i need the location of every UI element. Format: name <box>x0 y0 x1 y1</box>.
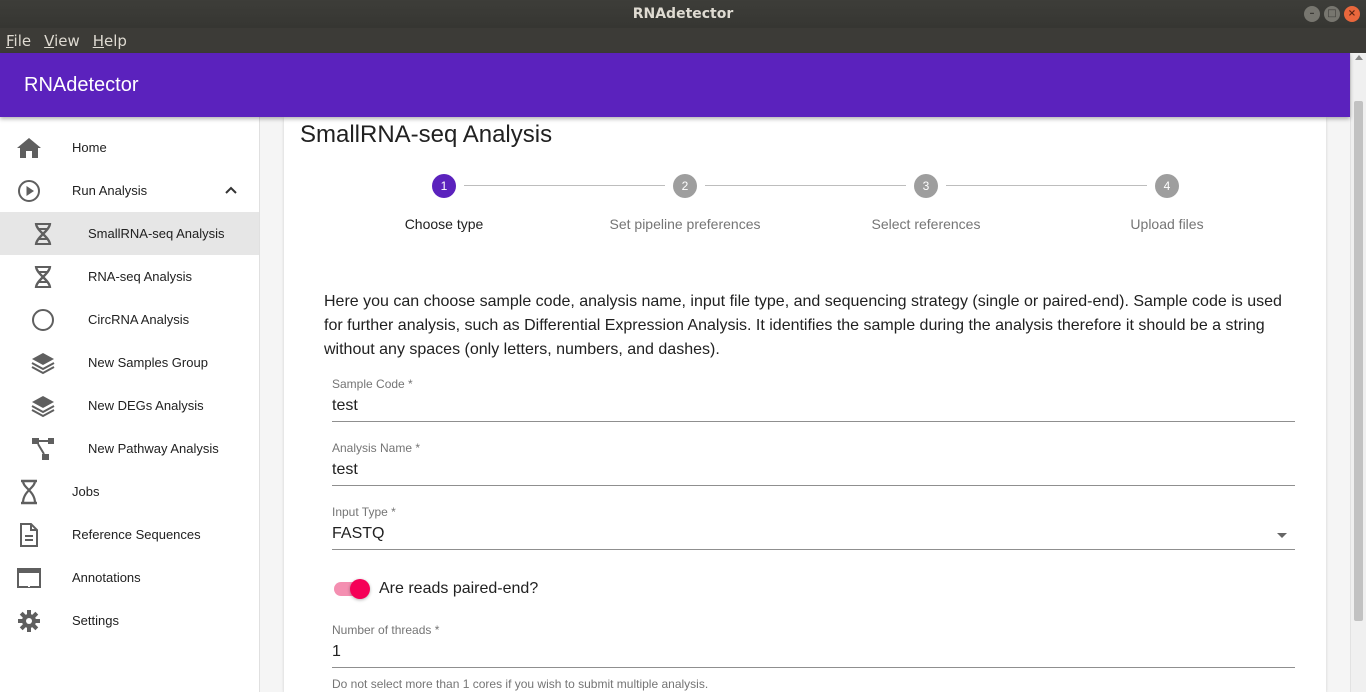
sample-code-field[interactable]: Sample Code * test <box>332 377 1295 422</box>
maximize-icon[interactable]: □ <box>1324 6 1340 22</box>
sample-code-label: Sample Code * <box>332 377 413 391</box>
toggle-thumb[interactable] <box>350 579 370 599</box>
step-1-label: Choose type <box>404 216 484 232</box>
sidebar: Home Run Analysis SmallRNA-seq Analysis … <box>0 117 260 692</box>
window-title: RNAdetector <box>632 6 734 22</box>
layers-icon <box>30 350 56 376</box>
sidebar-item-label: Run Analysis <box>72 183 148 198</box>
window-titlebar: RNAdetector – □ × <box>0 0 1366 28</box>
layers-icon <box>30 393 56 419</box>
step-2-icon: 2 <box>673 174 697 198</box>
sidebar-item-label: CircRNA Analysis <box>88 312 190 327</box>
stepper-connector <box>464 185 665 186</box>
input-type-label: Input Type * <box>332 505 396 519</box>
sidebar-item-smallrna-seq[interactable]: SmallRNA-seq Analysis <box>0 212 259 255</box>
menu-help[interactable]: Help <box>93 32 127 50</box>
threads-field[interactable]: Number of threads * 1 <box>332 623 1295 668</box>
sidebar-item-reference-sequences[interactable]: Reference Sequences <box>0 513 259 556</box>
sidebar-item-run-analysis[interactable]: Run Analysis <box>0 169 259 212</box>
step-4-label: Upload files <box>1130 216 1204 232</box>
sidebar-item-label: New DEGs Analysis <box>88 398 204 413</box>
sidebar-item-label: Jobs <box>72 484 100 499</box>
sidebar-item-circrna[interactable]: CircRNA Analysis <box>0 298 259 341</box>
sidebar-item-label: SmallRNA-seq Analysis <box>88 226 225 241</box>
step-1-icon: 1 <box>432 174 456 198</box>
threads-helper-text: Do not select more than 1 cores if you w… <box>332 677 709 691</box>
sidebar-item-label: RNA-seq Analysis <box>88 269 193 284</box>
file-icon <box>16 522 42 548</box>
sidebar-item-jobs[interactable]: Jobs <box>0 470 259 513</box>
chevron-up-icon[interactable] <box>222 181 240 199</box>
step-2-label: Set pipeline preferences <box>609 216 761 232</box>
intro-text: Here you can choose sample code, analysi… <box>324 293 1282 358</box>
pathway-icon <box>30 436 56 462</box>
vertical-scrollbar[interactable] <box>1350 53 1366 692</box>
analysis-name-input[interactable]: test <box>332 459 1295 485</box>
analysis-name-field[interactable]: Analysis Name * test <box>332 441 1295 486</box>
sidebar-item-label: Reference Sequences <box>72 527 201 542</box>
stepper-connector <box>705 185 906 186</box>
gear-icon <box>16 608 42 634</box>
play-circle-icon <box>16 178 42 204</box>
sidebar-item-label: New Samples Group <box>88 355 208 370</box>
threads-input[interactable]: 1 <box>332 641 1295 667</box>
menu-view[interactable]: View <box>44 32 80 50</box>
table-icon <box>16 565 42 591</box>
sidebar-item-label: Annotations <box>72 570 141 585</box>
sample-code-input[interactable]: test <box>332 395 1295 421</box>
input-type-value[interactable]: FASTQ <box>332 523 1295 549</box>
window-controls: – □ × <box>1304 6 1360 22</box>
sidebar-item-settings[interactable]: Settings <box>0 599 259 642</box>
paired-end-label: Are reads paired-end? <box>379 580 539 597</box>
home-icon <box>16 135 42 161</box>
stepper-connector <box>946 185 1147 186</box>
dropdown-arrow-icon[interactable] <box>1277 533 1287 538</box>
menu-file[interactable]: File <box>6 32 31 50</box>
sidebar-item-annotations[interactable]: Annotations <box>0 556 259 599</box>
step-4-icon: 4 <box>1155 174 1179 198</box>
circle-icon <box>30 307 56 333</box>
close-icon[interactable]: × <box>1344 6 1360 22</box>
minimize-icon[interactable]: – <box>1304 6 1320 22</box>
threads-label: Number of threads * <box>332 623 440 637</box>
sidebar-item-label: New Pathway Analysis <box>88 441 219 456</box>
page-title: SmallRNA-seq Analysis <box>300 121 553 148</box>
input-type-select[interactable]: Input Type * FASTQ <box>332 505 1295 550</box>
hourglass-icon <box>16 479 42 505</box>
menubar: File View Help <box>0 28 1366 53</box>
dna-icon <box>30 221 56 247</box>
scrollbar-thumb[interactable] <box>1354 101 1363 621</box>
analysis-name-label: Analysis Name * <box>332 441 421 455</box>
app-bar: RNAdetector <box>0 53 1350 117</box>
sidebar-item-new-degs-analysis[interactable]: New DEGs Analysis <box>0 384 259 427</box>
scroll-up-arrow-icon[interactable] <box>1355 55 1363 60</box>
paired-end-toggle[interactable] <box>332 578 372 600</box>
sidebar-item-home[interactable]: Home <box>0 126 259 169</box>
sidebar-item-new-pathway-analysis[interactable]: New Pathway Analysis <box>0 427 259 470</box>
app-title: RNAdetector <box>24 74 139 96</box>
sidebar-item-rna-seq[interactable]: RNA-seq Analysis <box>0 255 259 298</box>
step-3-label: Select references <box>871 216 981 232</box>
sidebar-item-label: Home <box>72 140 107 155</box>
dna-icon <box>30 264 56 290</box>
sidebar-item-new-samples-group[interactable]: New Samples Group <box>0 341 259 384</box>
step-3-icon: 3 <box>914 174 938 198</box>
sidebar-item-label: Settings <box>72 613 119 628</box>
